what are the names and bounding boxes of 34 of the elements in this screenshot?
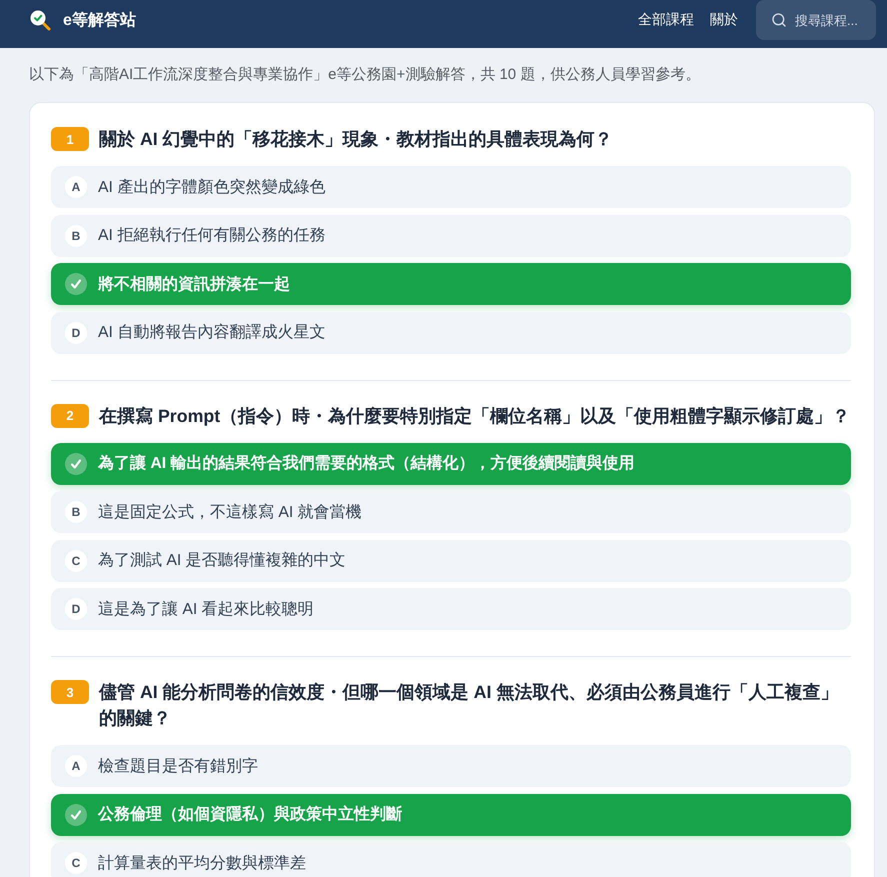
- option-text: AI 自動將報告內容翻譯成火星文: [98, 322, 326, 343]
- option-letter: B: [65, 501, 87, 523]
- nav-link[interactable]: 全部課程: [638, 11, 694, 29]
- question-number-badge: 3: [51, 680, 89, 704]
- intro-text: 以下為「高階AI工作流深度整合與專業協作」e等公務園+測驗解答，共 10 題，供公務人員學習參考。: [29, 65, 702, 85]
- check-icon: [65, 804, 87, 826]
- question-text: 儘管 AI 能分析問卷的信效度・但哪一個領域是 AI 無法取代、必須由公務員進行「人工複查」的關鍵？: [99, 681, 840, 730]
- option-text: 將不相關的資訊拼湊在一起: [98, 274, 290, 294]
- option-letter: C: [65, 852, 87, 874]
- option-letter: B: [65, 224, 87, 246]
- option-letter: D: [65, 322, 87, 344]
- option-letter: A: [65, 176, 87, 198]
- question-number-badge: 1: [51, 127, 89, 151]
- check-icon: [65, 452, 87, 474]
- question-text: 關於 AI 幻覺中的「移花接木」現象・教材指出的具體表現為何？: [99, 128, 613, 151]
- option-text: 為了測試 AI 是否聽得懂複雜的中文: [98, 550, 346, 571]
- option-letter: D: [65, 598, 87, 620]
- magnifier-check-icon: [30, 10, 51, 30]
- option-text: 計算量表的平均分數與標準差: [98, 854, 306, 874]
- search-icon: [771, 12, 787, 28]
- question-number-badge: 2: [51, 404, 89, 428]
- check-icon: [65, 273, 87, 295]
- option-text: 為了讓 AI 輸出的結果符合我們需要的格式（結構化），方便後續閱讀與使用: [98, 453, 635, 474]
- option-text: 檢查題目是否有錯別字: [98, 756, 258, 776]
- option-text: 這是固定公式，不這樣寫 AI 就會當機: [98, 502, 362, 522]
- question-text: 在撰寫 Prompt（指令）時・為什麼要特別指定「欄位名稱」以及「使用粗體字顯示修訂處」？: [99, 404, 850, 428]
- option-letter: C: [65, 550, 87, 572]
- option-letter: A: [65, 755, 87, 777]
- option-text: 這是為了讓 AI 看起來比較聰明: [98, 600, 314, 620]
- site-title: e等解答站: [63, 10, 136, 30]
- option-text: AI 拒絕執行任何有關公務的任務: [98, 226, 326, 246]
- option-text: 公務倫理（如個資隱私）與政策中立性判斷: [98, 804, 402, 825]
- option-text: AI 產出的字體顏色突然變成綠色: [98, 178, 326, 198]
- nav-link[interactable]: 關於: [710, 11, 738, 29]
